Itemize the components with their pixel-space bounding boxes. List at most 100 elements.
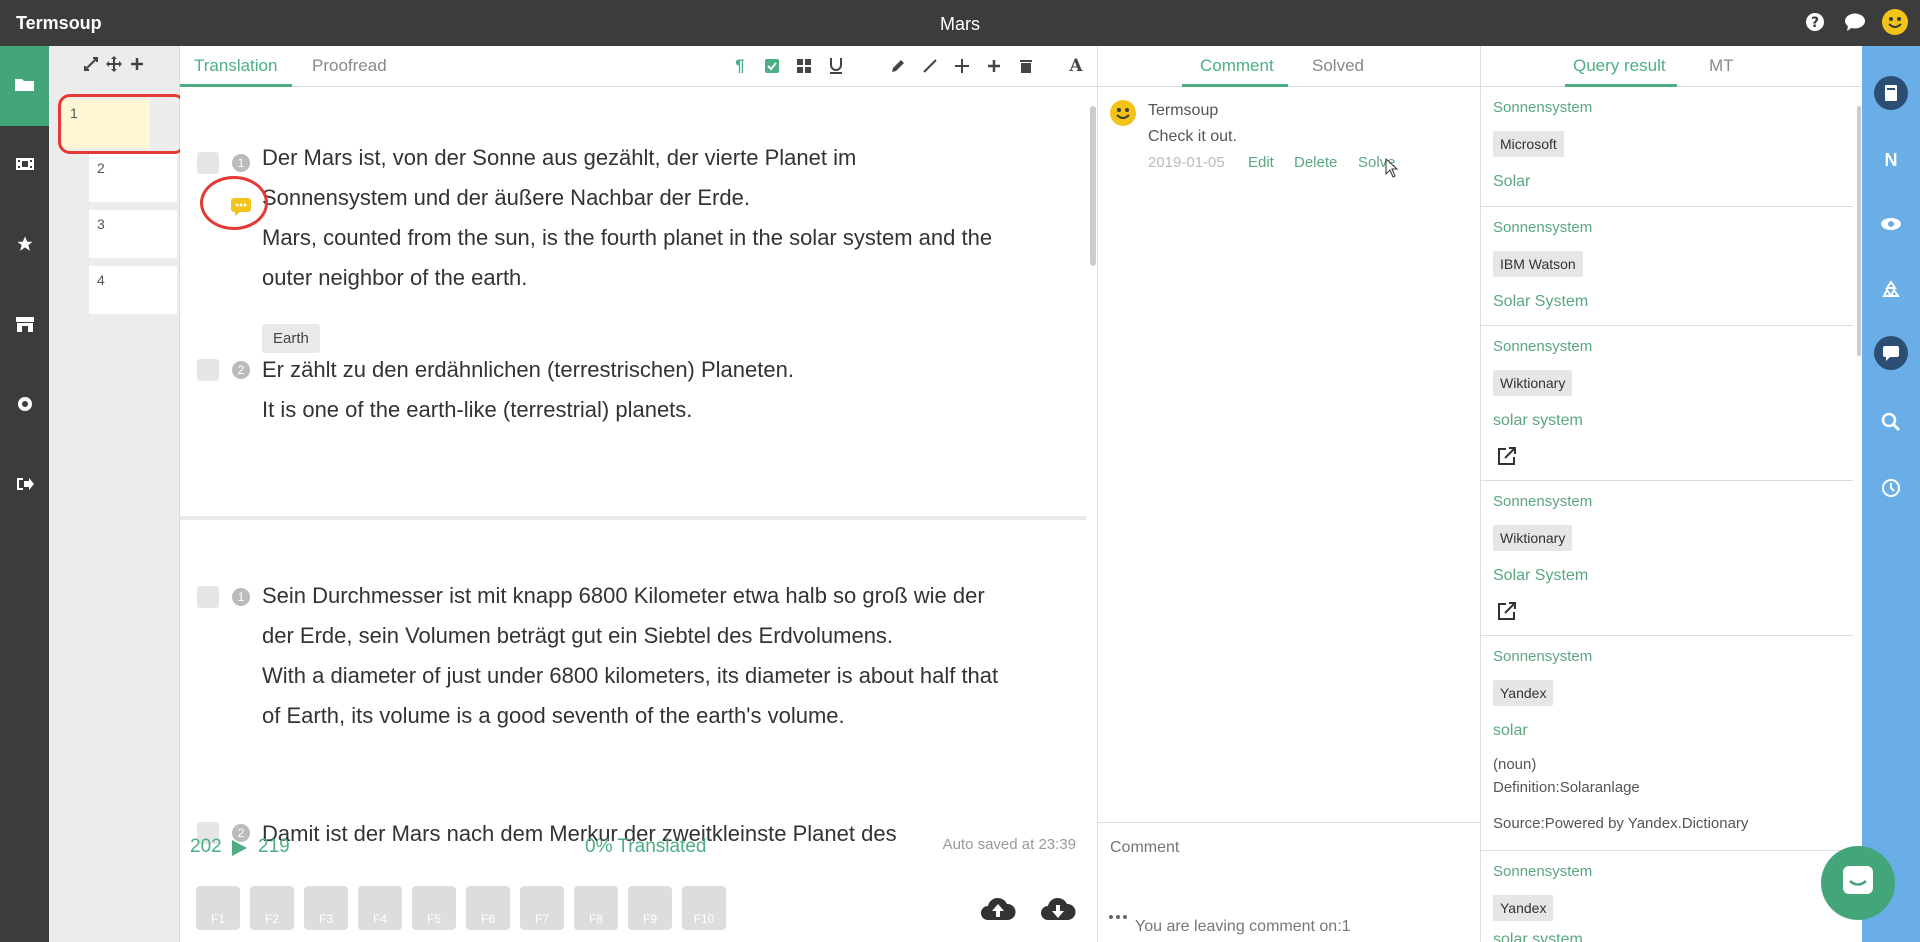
tab-comment[interactable]: Comment xyxy=(1200,56,1274,76)
help-icon[interactable]: ? xyxy=(1802,9,1828,35)
query-pos: (noun) xyxy=(1493,756,1537,773)
query-credit: Source:Powered by Yandex.Dictionary xyxy=(1493,815,1749,832)
tab-query-result[interactable]: Query result xyxy=(1573,56,1666,76)
editor-scrollbar[interactable] xyxy=(1090,106,1096,266)
comment-icon[interactable] xyxy=(1862,336,1920,370)
highlight-segment-box xyxy=(58,94,186,154)
query-target-term[interactable]: Solar System xyxy=(1493,567,1588,585)
tab-proofread[interactable]: Proofread xyxy=(312,56,387,76)
segment-thumb-3[interactable]: 3 xyxy=(89,210,177,258)
translation-editor: Translation Proofread ¶ A 1 Der Mars ist… xyxy=(180,46,1098,942)
compress-icon[interactable] xyxy=(919,55,941,77)
fkey-button[interactable]: F6 xyxy=(466,886,510,930)
query-source-term: Sonnensystem xyxy=(1493,493,1593,510)
left-nav xyxy=(0,46,49,942)
star-icon xyxy=(16,235,34,258)
row-checkbox[interactable] xyxy=(197,586,219,608)
grid-icon[interactable] xyxy=(793,55,815,77)
chat-launcher-button[interactable] xyxy=(1821,846,1895,920)
pencil-icon[interactable] xyxy=(887,55,909,77)
query-target-term[interactable]: Solar xyxy=(1493,173,1530,191)
source-text[interactable]: Sein Durchmesser ist mit knapp 6800 Kilo… xyxy=(262,576,1002,656)
external-link-icon[interactable] xyxy=(1497,601,1517,626)
target-text[interactable]: It is one of the earth-like (terrestrial… xyxy=(262,390,1002,430)
comment-delete-link[interactable]: Delete xyxy=(1294,154,1337,171)
recycle-icon[interactable] xyxy=(1862,280,1920,300)
n-icon[interactable]: N xyxy=(1862,150,1920,171)
eye-icon[interactable] xyxy=(1862,216,1920,232)
user-avatar-icon[interactable] xyxy=(1882,9,1908,35)
nav-logout[interactable] xyxy=(0,446,49,526)
segment-tools xyxy=(49,46,179,86)
plus-icon[interactable] xyxy=(130,57,144,76)
comment-edit-link[interactable]: Edit xyxy=(1248,154,1274,171)
segment-to: 219 xyxy=(258,836,290,857)
download-icon[interactable] xyxy=(1040,896,1076,929)
comment-input[interactable] xyxy=(1108,832,1462,864)
underline-icon[interactable] xyxy=(825,55,847,77)
nav-favorites[interactable] xyxy=(0,206,49,286)
move-arrows-icon[interactable] xyxy=(951,55,973,77)
add-icon[interactable] xyxy=(983,55,1005,77)
segment-row: 1 Der Mars ist, von der Sonne aus gezähl… xyxy=(180,102,1080,353)
query-target-term[interactable]: Solar System xyxy=(1493,293,1588,311)
segment-panel: 1 2 3 4 xyxy=(49,46,180,942)
segment-from: 202 xyxy=(190,836,222,857)
query-item: Sonnensystem Yandex solar (noun) Definit… xyxy=(1481,636,1853,851)
query-target-term[interactable]: solar system xyxy=(1493,412,1583,430)
fkey-button[interactable]: F4 xyxy=(358,886,402,930)
segment-thumb-2[interactable]: 2 xyxy=(89,154,177,202)
target-text[interactable]: Mars, counted from the sun, is the fourt… xyxy=(262,218,1002,298)
chat-launcher-icon xyxy=(1840,863,1876,904)
font-icon[interactable]: A xyxy=(1065,55,1087,77)
tab-translation[interactable]: Translation xyxy=(194,56,277,76)
editor-toolbar: ¶ A xyxy=(729,55,1087,77)
query-scrollbar[interactable] xyxy=(1857,106,1861,356)
logout-icon xyxy=(15,476,35,497)
row-checkbox[interactable] xyxy=(197,359,219,381)
nav-projects[interactable] xyxy=(0,46,49,126)
fkey-button[interactable]: F5 xyxy=(412,886,456,930)
query-provider-badge: Wiktionary xyxy=(1493,370,1573,396)
external-link-icon[interactable] xyxy=(1497,446,1517,471)
tab-solved[interactable]: Solved xyxy=(1312,56,1364,76)
fkey-button[interactable]: F8 xyxy=(574,886,618,930)
row-number: 1 xyxy=(232,154,250,172)
trash-icon[interactable] xyxy=(1015,55,1037,77)
fkey-button[interactable]: F7 xyxy=(520,886,564,930)
nav-media[interactable] xyxy=(0,126,49,206)
fkey-button[interactable]: F10 xyxy=(682,886,726,930)
comment-divider xyxy=(1098,822,1480,823)
source-text[interactable]: Er zählt zu den erdähnlichen (terrestris… xyxy=(262,350,1002,390)
move-icon[interactable] xyxy=(106,55,122,77)
fkey-button[interactable]: F3 xyxy=(304,886,348,930)
chat-icon[interactable] xyxy=(1842,9,1868,35)
comment-author: Termsoup xyxy=(1148,102,1219,119)
source-text[interactable]: Der Mars ist, von der Sonne aus gezählt,… xyxy=(262,138,1002,218)
fkey-button[interactable]: F1 xyxy=(196,886,240,930)
nav-settings[interactable] xyxy=(0,366,49,446)
query-target-term[interactable]: solar xyxy=(1493,722,1528,740)
film-icon xyxy=(15,156,35,177)
fkey-button[interactable]: F2 xyxy=(250,886,294,930)
segment-thumb-4[interactable]: 4 xyxy=(89,266,177,314)
segment-row: 2 Er zählt zu den erdähnlichen (terrestr… xyxy=(180,344,1080,434)
merge-icon[interactable] xyxy=(84,56,98,76)
play-icon[interactable] xyxy=(230,839,248,863)
query-target-term[interactable]: solar system xyxy=(1493,931,1583,942)
status-bar: 202 219 0% Translated Auto saved at 23:3… xyxy=(180,836,1086,866)
nav-store[interactable] xyxy=(0,286,49,366)
notebook-icon[interactable] xyxy=(1862,76,1920,110)
fkey-button[interactable]: F9 xyxy=(628,886,672,930)
query-item: Sonnensystem Microsoft Solar xyxy=(1481,87,1853,207)
check-icon[interactable] xyxy=(761,55,783,77)
pilcrow-icon[interactable]: ¶ xyxy=(729,55,751,77)
row-checkbox[interactable] xyxy=(197,152,219,174)
upload-icon[interactable] xyxy=(980,896,1016,929)
more-icon[interactable] xyxy=(1108,908,1130,926)
target-text[interactable]: With a diameter of just under 6800 kilom… xyxy=(262,656,1002,736)
search-icon[interactable] xyxy=(1862,412,1920,432)
tab-mt[interactable]: MT xyxy=(1709,56,1734,76)
history-icon[interactable] xyxy=(1862,478,1920,498)
